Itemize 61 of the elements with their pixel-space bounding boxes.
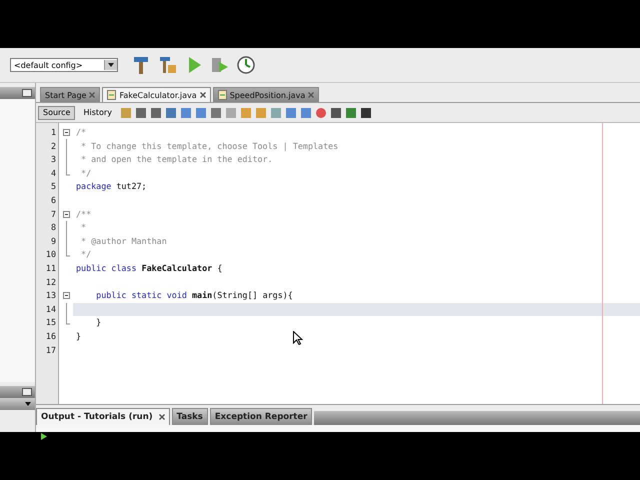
line-number: 1 (50, 126, 57, 139)
output-tab[interactable]: Tasks (172, 408, 208, 425)
tab-label: Exception Reporter (214, 412, 308, 422)
line-number: 5 (50, 180, 57, 194)
line-number: 2 (50, 140, 57, 153)
close-icon[interactable] (158, 414, 165, 420)
line-number: 7 (50, 208, 57, 221)
config-dropdown[interactable]: <default config> (10, 58, 118, 72)
java-file-icon (107, 90, 116, 100)
output-tab[interactable]: Output - Tutorials (run) (36, 408, 170, 425)
code-line: * @author Manthan (80, 234, 167, 248)
line-number: 10 (44, 248, 57, 262)
code-line: */ (80, 248, 92, 262)
code-line: * To change this template, choose Tools | Templates (80, 140, 338, 153)
java-file-icon (218, 90, 227, 100)
editor-tab[interactable]: Start Page (40, 87, 100, 102)
line-number: 6 (50, 194, 57, 207)
record-icon[interactable] (314, 106, 327, 118)
line-number: 14 (44, 302, 57, 316)
code-line: public class FakeCalculator { (75, 262, 222, 275)
line-number: 11 (44, 262, 57, 275)
caret-icon (108, 63, 114, 67)
line-number: 9 (50, 234, 57, 248)
tab-label: Output - Tutorials (run) (41, 412, 153, 422)
code-line: public static void main(String[] args){ (95, 289, 293, 302)
tab-label: FakeCalculator.java (119, 90, 197, 100)
line-number: 13 (44, 289, 57, 302)
tab-label: SpeedPosition.java (230, 90, 306, 100)
tab-label: Start Page (45, 90, 86, 100)
editor-tab[interactable]: SpeedPosition.java (212, 87, 320, 102)
view-tab[interactable]: Source (38, 106, 76, 120)
fold-collapse-icon[interactable] (62, 129, 70, 136)
code-line: */ (80, 166, 92, 180)
close-icon[interactable] (89, 92, 96, 98)
line-number: 3 (50, 153, 57, 166)
line-number: 15 (44, 316, 57, 330)
minimize-icon[interactable] (22, 388, 32, 396)
code-line: package tut27; (75, 180, 147, 194)
caret-icon (25, 402, 31, 406)
code-line: } (95, 316, 102, 330)
panel-dropdown[interactable] (0, 398, 35, 410)
code-line: * and open the template in the editor. (80, 153, 273, 166)
tab-label: Tasks (176, 412, 203, 422)
view-tab[interactable]: History (78, 106, 117, 120)
line-number: 8 (50, 221, 57, 234)
fold-collapse-icon[interactable] (62, 210, 70, 218)
minimize-icon[interactable] (22, 89, 32, 97)
fold-collapse-icon[interactable] (62, 292, 70, 300)
line-number: 4 (50, 166, 57, 180)
line-number: 16 (44, 330, 57, 343)
editor-tab[interactable]: FakeCalculator.java (102, 87, 211, 102)
code-line: /** (75, 208, 92, 221)
close-icon[interactable] (200, 92, 206, 98)
output-tab[interactable]: Exception Reporter (210, 408, 312, 425)
code-line: /* (75, 126, 86, 139)
line-number: 17 (44, 344, 57, 356)
line-number: 12 (44, 276, 57, 289)
close-icon[interactable] (308, 92, 314, 98)
mouse-pointer-icon (293, 331, 303, 345)
code-line: * (80, 221, 86, 234)
code-line: } (75, 330, 82, 343)
